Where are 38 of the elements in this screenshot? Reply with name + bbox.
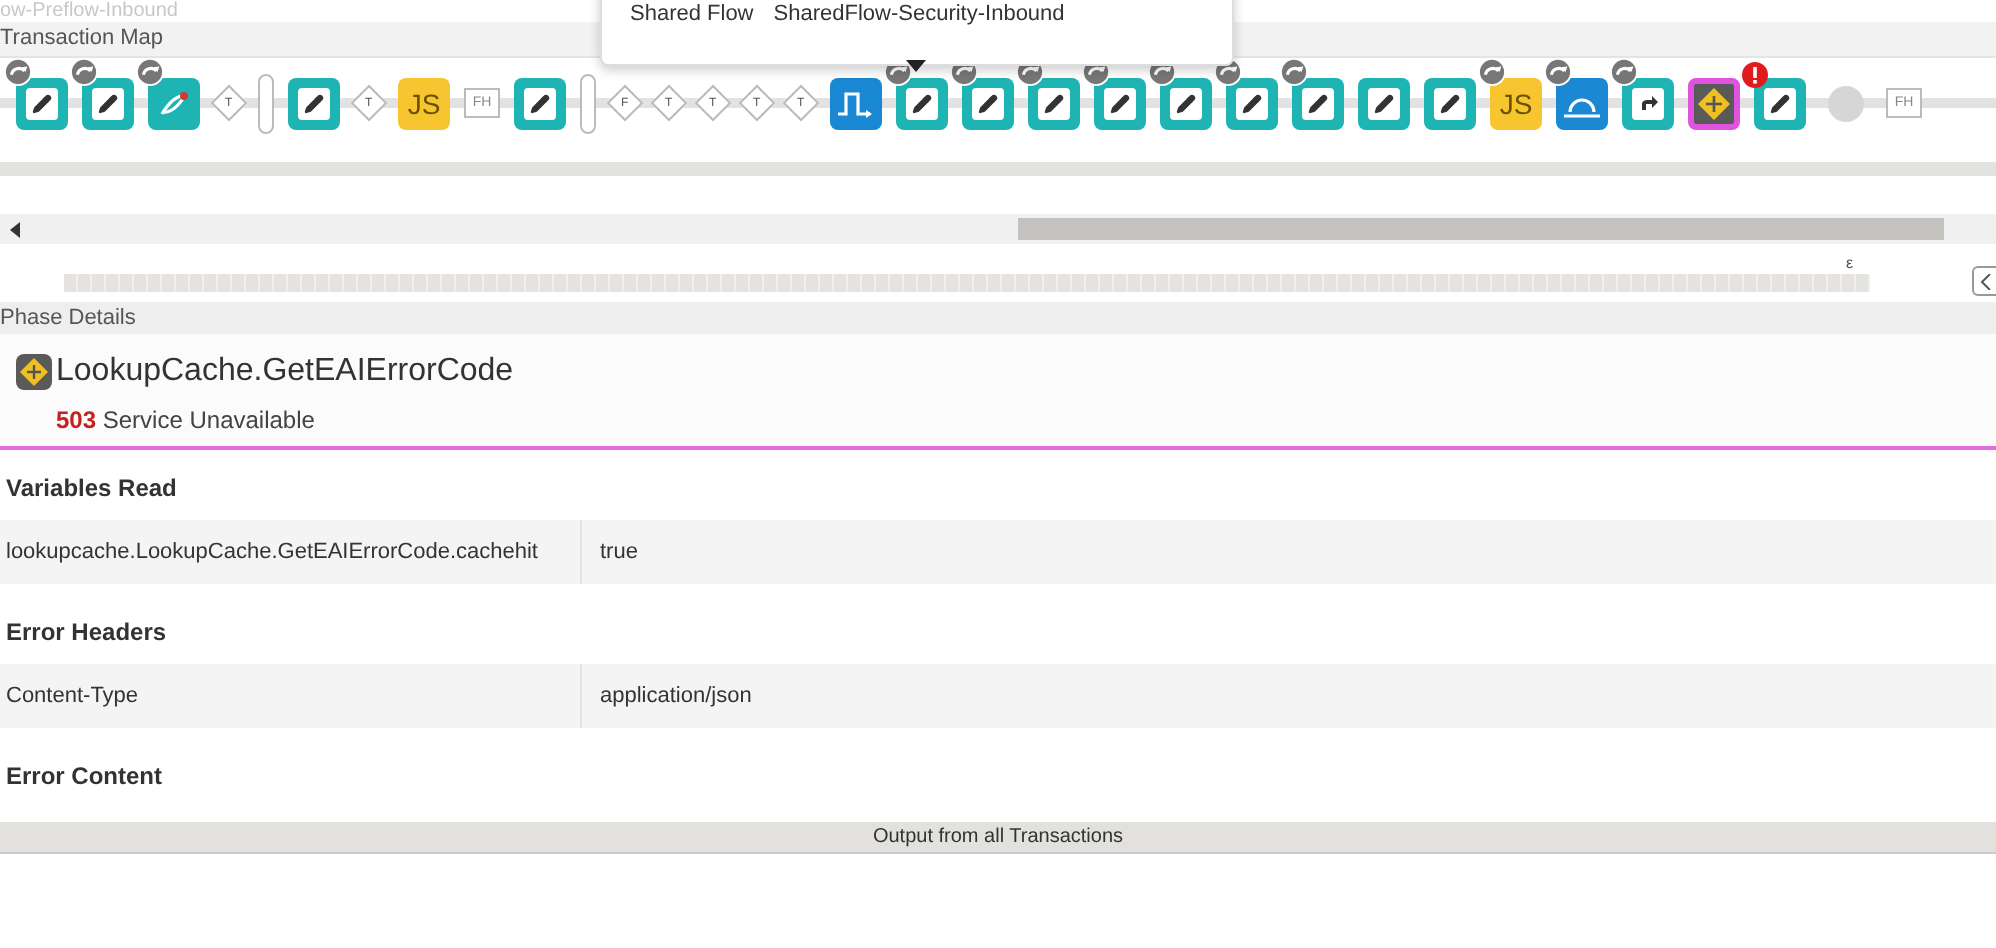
cache-step-icon — [16, 354, 52, 390]
policy-step-icon[interactable] — [1094, 77, 1146, 129]
table-cell: application/json — [580, 664, 1996, 728]
scroll-left-icon[interactable] — [10, 221, 22, 237]
chevron-left-icon — [1980, 273, 1992, 289]
policy-step-icon[interactable] — [514, 77, 566, 129]
section-title: Variables Read — [4, 472, 179, 506]
section-title: Error Headers — [4, 616, 169, 650]
policy-step-icon[interactable] — [16, 77, 68, 129]
table-cell-text: lookupcache.LookupCache.GetEAIErrorCode.cachehit — [4, 538, 540, 568]
section-title: Error Content — [4, 760, 164, 794]
policy-step-icon[interactable] — [896, 77, 948, 129]
script-step[interactable]: JS — [398, 77, 450, 129]
swap-step-icon[interactable] — [148, 77, 200, 129]
policy-step-icon[interactable] — [1226, 77, 1278, 129]
script-step[interactable]: JS — [1490, 77, 1542, 129]
policy-step-icon[interactable] — [82, 77, 134, 129]
policy-step-icon[interactable] — [962, 77, 1014, 129]
table-cell: true — [580, 520, 1996, 584]
policy-step-icon[interactable] — [1754, 77, 1806, 129]
loop-step-icon[interactable] — [1556, 77, 1608, 129]
table-cell-text: Content-Type — [4, 682, 141, 712]
status-text: 503 Service Unavailable — [56, 406, 317, 434]
policy-step-icon[interactable] — [1028, 77, 1080, 129]
policy-step-icon[interactable] — [288, 77, 340, 129]
policy-step-icon[interactable] — [1292, 77, 1344, 129]
output-bar[interactable]: Output from all Transactions — [0, 822, 1996, 854]
cache-step-icon[interactable] — [1688, 77, 1740, 129]
policy-step-icon[interactable] — [1424, 77, 1476, 129]
policy-title: LookupCache.GetEAIErrorCode — [56, 354, 514, 390]
horizontal-scrollbar[interactable] — [0, 214, 1996, 244]
phase-details-header: Phase Details — [0, 302, 1996, 334]
policy-step-icon[interactable] — [1358, 77, 1410, 129]
policy-step-icon[interactable] — [1160, 77, 1212, 129]
shared-flow-icon[interactable] — [830, 77, 882, 129]
scrollbar-thumb[interactable] — [1018, 218, 1944, 240]
forward-step-icon[interactable] — [1622, 77, 1674, 129]
overview-marker: ε — [1846, 254, 1854, 272]
